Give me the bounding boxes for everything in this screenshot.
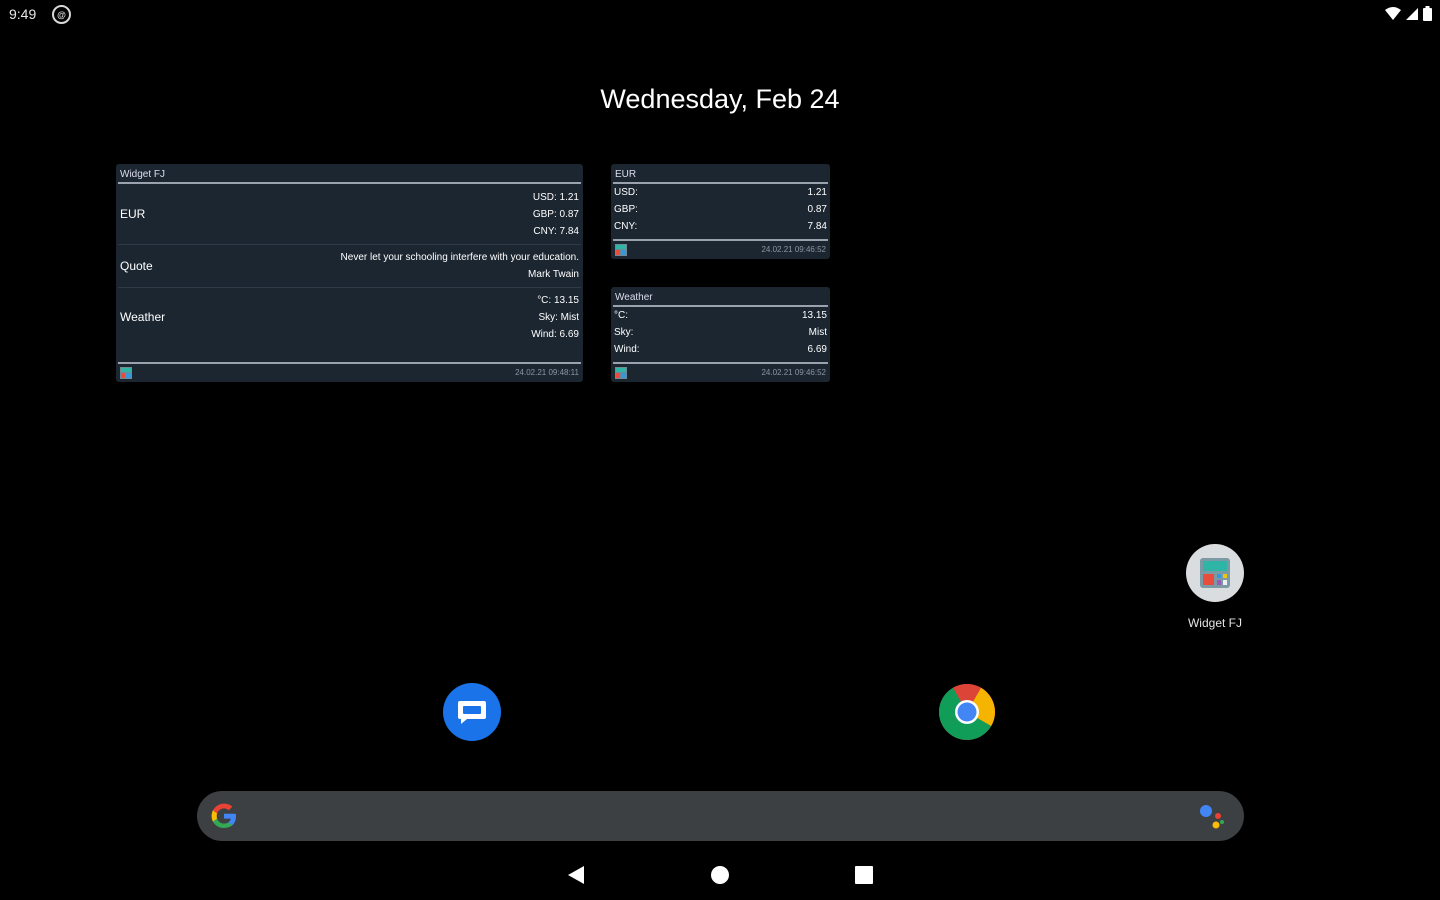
chrome-glyph xyxy=(939,684,995,740)
widget-weather-title: Weather xyxy=(615,292,653,303)
status-indicators xyxy=(1385,6,1432,21)
quote-author: Mark Twain xyxy=(528,269,579,280)
value-temp: °C: 13.15 xyxy=(537,294,579,306)
google-search-bar[interactable] xyxy=(197,791,1244,841)
kv-value: 13.15 xyxy=(801,310,827,321)
back-icon xyxy=(568,866,584,884)
kv-key: Sky: xyxy=(614,327,634,338)
widget-row-weather[interactable]: Weather °C: 13.15 Sky: Mist Wind: 6.69 xyxy=(116,288,583,346)
kv-row: USD: 1.21 xyxy=(611,184,830,201)
widget-footer-rule xyxy=(613,362,828,364)
kv-row: CNY: 7.84 xyxy=(611,218,830,235)
wifi-icon xyxy=(1385,6,1401,20)
cell-signal-icon xyxy=(1406,7,1418,20)
app-label: Widget FJ xyxy=(1187,616,1242,630)
widget-row-values: °C: 13.15 Sky: Mist Wind: 6.69 xyxy=(531,292,579,343)
home-icon xyxy=(711,866,729,884)
home-button[interactable] xyxy=(709,864,731,886)
widget-row-label: Quote xyxy=(120,259,153,273)
back-button[interactable] xyxy=(565,864,587,886)
home-date[interactable]: Wednesday, Feb 24 xyxy=(0,84,1440,115)
widget-main[interactable]: Widget FJ EUR USD: 1.21 GBP: 0.87 CNY: 7… xyxy=(116,164,583,382)
widget-footer: 24.02.21 09:46:52 xyxy=(611,362,830,382)
quote-text: Never let your schooling interfere with … xyxy=(340,252,579,263)
widget-footer-rule xyxy=(613,239,828,241)
kv-value: Mist xyxy=(808,327,827,338)
status-time: 9:49 xyxy=(9,6,37,22)
recents-icon xyxy=(855,866,873,884)
widget-timestamp: 24.02.21 09:46:52 xyxy=(761,368,826,377)
value-wind: Wind: 6.69 xyxy=(531,328,579,340)
kv-key: °C: xyxy=(614,310,628,321)
widget-fj-icon[interactable] xyxy=(1186,544,1244,602)
widget-fj-glyph xyxy=(1200,558,1230,588)
status-bar: 9:49 @ xyxy=(0,0,1440,30)
google-g-icon[interactable] xyxy=(209,801,239,831)
value-usd: USD: 1.21 xyxy=(532,191,579,203)
widget-fj-mini-icon xyxy=(120,367,132,379)
widget-footer-rule xyxy=(118,362,581,364)
kv-row: Wind: 6.69 xyxy=(611,341,830,358)
kv-row: GBP: 0.87 xyxy=(611,201,830,218)
kv-row: °C: 13.15 xyxy=(611,307,830,324)
widget-eur-title: EUR xyxy=(615,169,637,180)
widget-row-values: Never let your schooling interfere with … xyxy=(341,249,579,283)
kv-key: Wind: xyxy=(614,344,640,355)
kv-value: 6.69 xyxy=(807,344,827,355)
recents-button[interactable] xyxy=(853,864,875,886)
widget-eur[interactable]: EUR USD: 1.21 GBP: 0.87 CNY: 7.84 24.02.21 … xyxy=(611,164,830,259)
kv-key: GBP: xyxy=(614,204,638,215)
widget-row-label: EUR xyxy=(120,207,146,221)
widget-footer: 24.02.21 09:48:11 xyxy=(116,362,583,382)
battery-icon xyxy=(1423,6,1432,21)
kv-key: CNY: xyxy=(614,221,638,232)
widget-fj-mini-icon xyxy=(615,367,627,379)
app-shortcut-widget-fj[interactable]: Widget FJ xyxy=(1176,544,1254,630)
kv-key: USD: xyxy=(614,187,638,198)
widget-fj-mini-icon xyxy=(615,244,627,256)
widget-row-label: Weather xyxy=(120,310,166,324)
widget-timestamp: 24.02.21 09:48:11 xyxy=(515,368,579,377)
kv-value: 7.84 xyxy=(807,221,827,232)
widget-weather[interactable]: Weather °C: 13.15 Sky: Mist Wind: 6.69 24.0… xyxy=(611,287,830,382)
kv-value: 1.21 xyxy=(807,187,827,198)
chrome-icon[interactable] xyxy=(938,683,996,741)
notification-icon: @ xyxy=(52,5,71,24)
widget-footer: 24.02.21 09:46:52 xyxy=(611,239,830,259)
widget-timestamp: 24.02.21 09:46:52 xyxy=(761,245,826,254)
assistant-icon[interactable] xyxy=(1198,803,1226,831)
kv-row: Sky: Mist xyxy=(611,324,830,341)
navigation-bar xyxy=(0,850,1440,900)
messages-icon[interactable] xyxy=(443,683,501,741)
widget-row-eur[interactable]: EUR USD: 1.21 GBP: 0.87 CNY: 7.84 xyxy=(116,184,583,244)
messages-glyph xyxy=(458,701,486,724)
value-cny: CNY: 7.84 xyxy=(533,225,579,237)
widget-row-values: USD: 1.21 GBP: 0.87 CNY: 7.84 xyxy=(533,189,579,240)
value-sky: Sky: Mist xyxy=(538,311,579,323)
widget-row-quote[interactable]: Quote Never let your schooling interfere… xyxy=(116,245,583,287)
kv-value: 0.87 xyxy=(807,204,827,215)
widget-main-title: Widget FJ xyxy=(120,169,166,180)
value-gbp: GBP: 0.87 xyxy=(532,208,579,220)
